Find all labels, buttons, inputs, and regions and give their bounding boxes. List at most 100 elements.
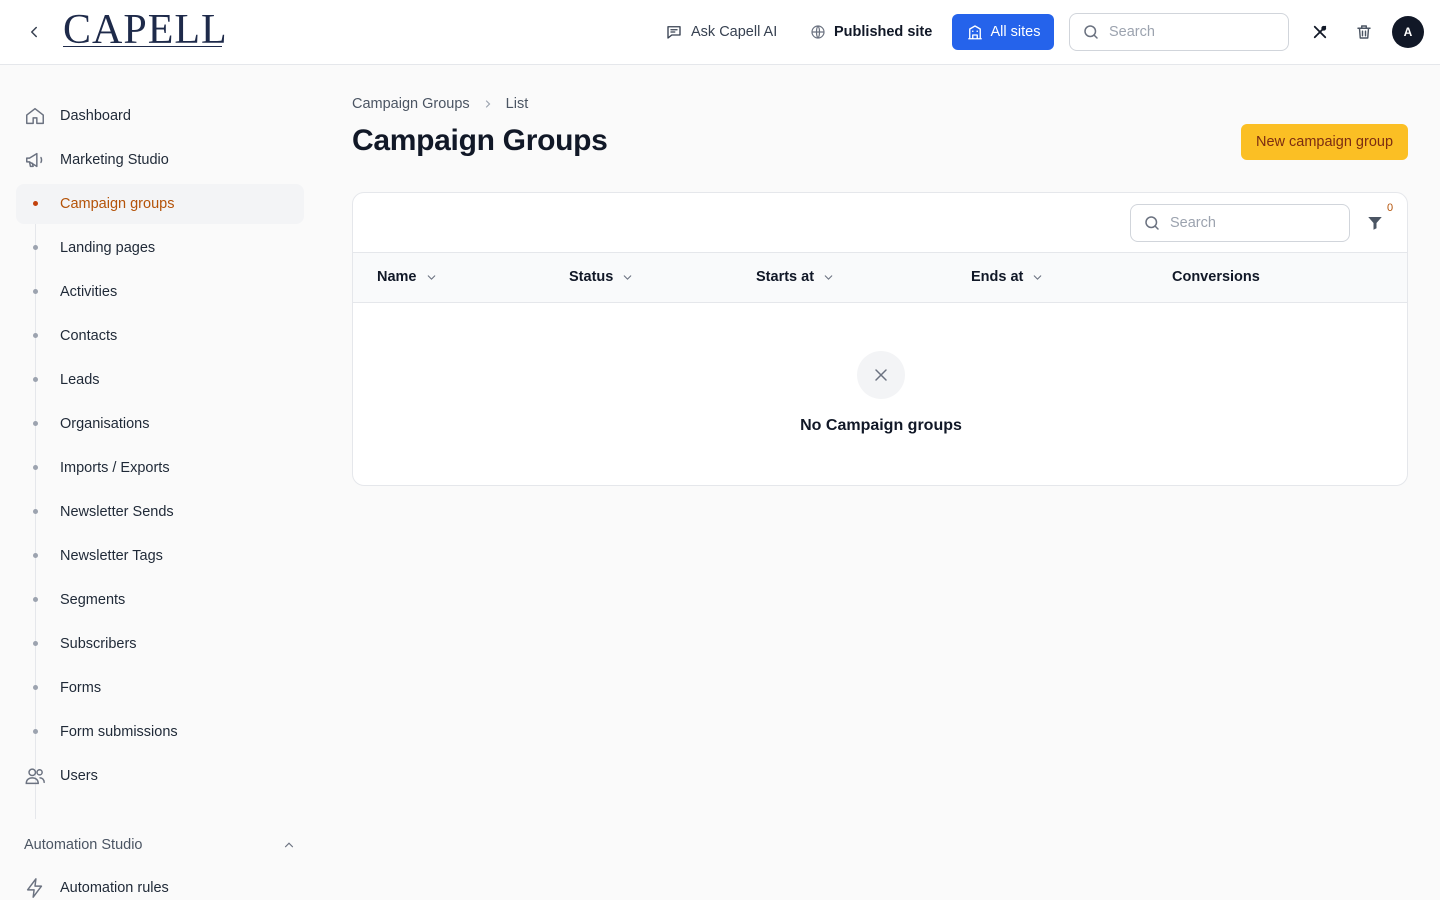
chevron-left-icon (31, 26, 37, 38)
global-search-input[interactable] (1109, 24, 1269, 40)
sidebar-item-marketing-studio[interactable]: Marketing Studio (16, 140, 304, 180)
section-label: Automation Studio (24, 837, 143, 853)
sidebar-item-contacts[interactable]: Contacts (16, 316, 304, 356)
column-header-ends-at[interactable]: Ends at (971, 269, 1044, 285)
column-label: Status (569, 269, 614, 285)
sidebar-item-users[interactable]: Users (16, 756, 304, 796)
sidebar-item-automation-rules[interactable]: Automation rules (16, 868, 304, 900)
close-icon (875, 369, 887, 381)
sidebar: Dashboard Marketing Studio Campaign grou… (0, 65, 320, 900)
published-site-link[interactable]: Published site (810, 20, 932, 44)
sidebar-item-label: Leads (60, 372, 100, 388)
home-icon (24, 105, 46, 127)
chevron-down-icon (1034, 274, 1042, 280)
sidebar-item-label: Newsletter Tags (60, 548, 163, 564)
nav-dot (33, 333, 38, 338)
sidebar-item-imports-exports[interactable]: Imports / Exports (16, 448, 304, 488)
sidebar-item-leads[interactable]: Leads (16, 360, 304, 400)
nav-dot (33, 421, 38, 426)
column-header-status[interactable]: Status (569, 269, 634, 285)
trash-icon (1357, 25, 1371, 39)
sidebar-item-activities[interactable]: Activities (16, 272, 304, 312)
column-header-name[interactable]: Name (377, 269, 438, 285)
tools-button[interactable] (1308, 20, 1332, 44)
nav-dot (33, 553, 38, 558)
top-bar: CAPELL Ask Capell AI Published site All … (0, 0, 1440, 65)
bolt-icon (24, 877, 46, 899)
column-label: Ends at (971, 269, 1024, 285)
all-sites-button[interactable]: All sites (952, 14, 1054, 50)
sidebar-item-newsletter-sends[interactable]: Newsletter Sends (16, 492, 304, 532)
nav-dot (33, 201, 38, 206)
table-search (1130, 204, 1350, 242)
sidebar-item-label: Organisations (60, 416, 150, 432)
column-header-starts-at[interactable]: Starts at (756, 269, 835, 285)
sidebar-item-label: Users (60, 768, 98, 784)
sidebar-item-label: Automation rules (60, 880, 169, 896)
users-icon (24, 765, 46, 787)
search-icon (1145, 216, 1159, 230)
user-avatar[interactable]: A (1392, 16, 1424, 48)
nav-dot (33, 641, 38, 646)
page-title: Campaign Groups (352, 124, 608, 157)
table-header: Name Status Starts at Ends at Conversion… (353, 253, 1407, 303)
chevron-down-icon (624, 274, 632, 280)
nav-dot (33, 685, 38, 690)
breadcrumb-current: List (505, 96, 529, 112)
search-icon (1084, 25, 1098, 39)
global-search (1069, 13, 1289, 51)
sidebar-item-label: Contacts (60, 328, 118, 344)
column-label: Conversions (1172, 269, 1260, 285)
ask-ai-label: Ask Capell AI (691, 24, 778, 40)
nav-dot (33, 729, 38, 734)
section-automation-studio[interactable]: Automation Studio (24, 833, 296, 857)
sidebar-item-form-submissions[interactable]: Form submissions (16, 712, 304, 752)
nav-dot (33, 377, 38, 382)
published-site-label: Published site (834, 24, 933, 40)
megaphone-icon (24, 149, 46, 171)
sidebar-item-label: Dashboard (60, 108, 131, 124)
chat-icon (667, 26, 681, 39)
sidebar-item-forms[interactable]: Forms (16, 668, 304, 708)
table-toolbar: 0 (353, 193, 1407, 253)
filter-count-badge: 0 (1387, 202, 1394, 214)
trash-button[interactable] (1352, 20, 1376, 44)
building-icon (967, 25, 982, 40)
column-header-conversions: Conversions (1172, 269, 1260, 285)
nav-dot (33, 509, 38, 514)
sidebar-item-label: Imports / Exports (60, 460, 170, 476)
table-card: 0 Name Status Starts at Ends at Conversi… (352, 192, 1408, 486)
sidebar-item-campaign-groups[interactable]: Campaign groups (16, 184, 304, 224)
chevron-right-icon (485, 100, 491, 108)
sidebar-item-label: Newsletter Sends (60, 504, 174, 520)
sidebar-item-newsletter-tags[interactable]: Newsletter Tags (16, 536, 304, 576)
table-search-input[interactable] (1170, 215, 1330, 231)
sidebar-item-dashboard[interactable]: Dashboard (16, 96, 304, 136)
sidebar-item-organisations[interactable]: Organisations (16, 404, 304, 444)
sidebar-item-label: Activities (60, 284, 118, 300)
sidebar-item-label: Form submissions (60, 724, 178, 740)
sidebar-item-subscribers[interactable]: Subscribers (16, 624, 304, 664)
sidebar-item-label: Campaign groups (60, 196, 175, 212)
tools-icon (1313, 25, 1327, 39)
sidebar-item-label: Subscribers (60, 636, 137, 652)
column-label: Name (377, 269, 417, 285)
sidebar-item-landing-pages[interactable]: Landing pages (16, 228, 304, 268)
nav-dot (33, 465, 38, 470)
sidebar-item-label: Forms (60, 680, 102, 696)
all-sites-label: All sites (990, 24, 1041, 40)
column-label: Starts at (756, 269, 815, 285)
sidebar-item-label: Landing pages (60, 240, 156, 256)
chevron-down-icon (427, 274, 435, 280)
filter-button[interactable] (1363, 211, 1387, 235)
breadcrumb-parent[interactable]: Campaign Groups (352, 96, 470, 112)
empty-state-icon (857, 351, 905, 399)
chevron-down-icon (824, 274, 833, 280)
ask-ai-button[interactable]: Ask Capell AI (665, 20, 777, 44)
sidebar-item-label: Segments (60, 592, 126, 608)
empty-state-message: No Campaign groups (800, 417, 962, 434)
funnel-icon (1368, 217, 1382, 230)
back-button[interactable] (22, 20, 46, 44)
new-campaign-group-button[interactable]: New campaign group (1241, 124, 1408, 160)
sidebar-item-segments[interactable]: Segments (16, 580, 304, 620)
